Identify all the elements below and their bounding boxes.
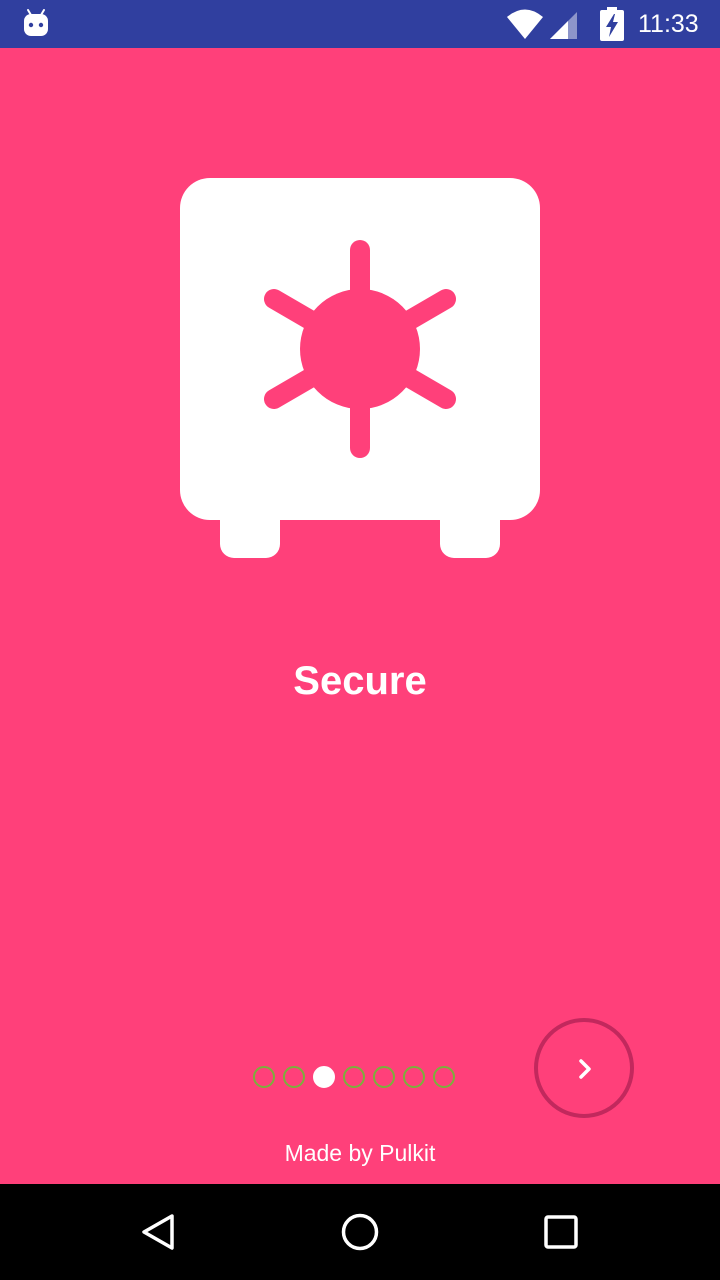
status-time: 11:33 (638, 10, 699, 38)
recents-button[interactable] (536, 1208, 584, 1256)
recents-icon (544, 1215, 578, 1249)
onboarding-screen[interactable]: Secure Made by Pulkit (0, 48, 720, 1184)
android-icon (24, 9, 48, 36)
back-icon (142, 1214, 174, 1250)
page-indicator-dot[interactable] (343, 1066, 365, 1088)
battery-charging-icon (600, 7, 624, 41)
navigation-bar (0, 1184, 720, 1280)
safe-icon (180, 178, 540, 558)
wifi-icon (507, 9, 543, 39)
page-indicator-dot[interactable] (403, 1066, 425, 1088)
home-button[interactable] (336, 1208, 384, 1256)
chevron-right-icon (579, 1059, 591, 1079)
next-button[interactable] (534, 1018, 634, 1118)
back-button[interactable] (136, 1208, 184, 1256)
page-indicator-dot-active[interactable] (313, 1066, 335, 1088)
page-indicator-dot[interactable] (373, 1066, 395, 1088)
home-icon (341, 1213, 379, 1251)
signal-icon (550, 12, 577, 39)
page-indicator-dot[interactable] (253, 1066, 275, 1088)
page-indicator-dot[interactable] (433, 1066, 455, 1088)
status-bar: 11:33 (0, 0, 720, 48)
footer-credit: Made by Pulkit (284, 1140, 436, 1166)
page-title: Secure (293, 659, 427, 703)
page-indicator-dot[interactable] (283, 1066, 305, 1088)
